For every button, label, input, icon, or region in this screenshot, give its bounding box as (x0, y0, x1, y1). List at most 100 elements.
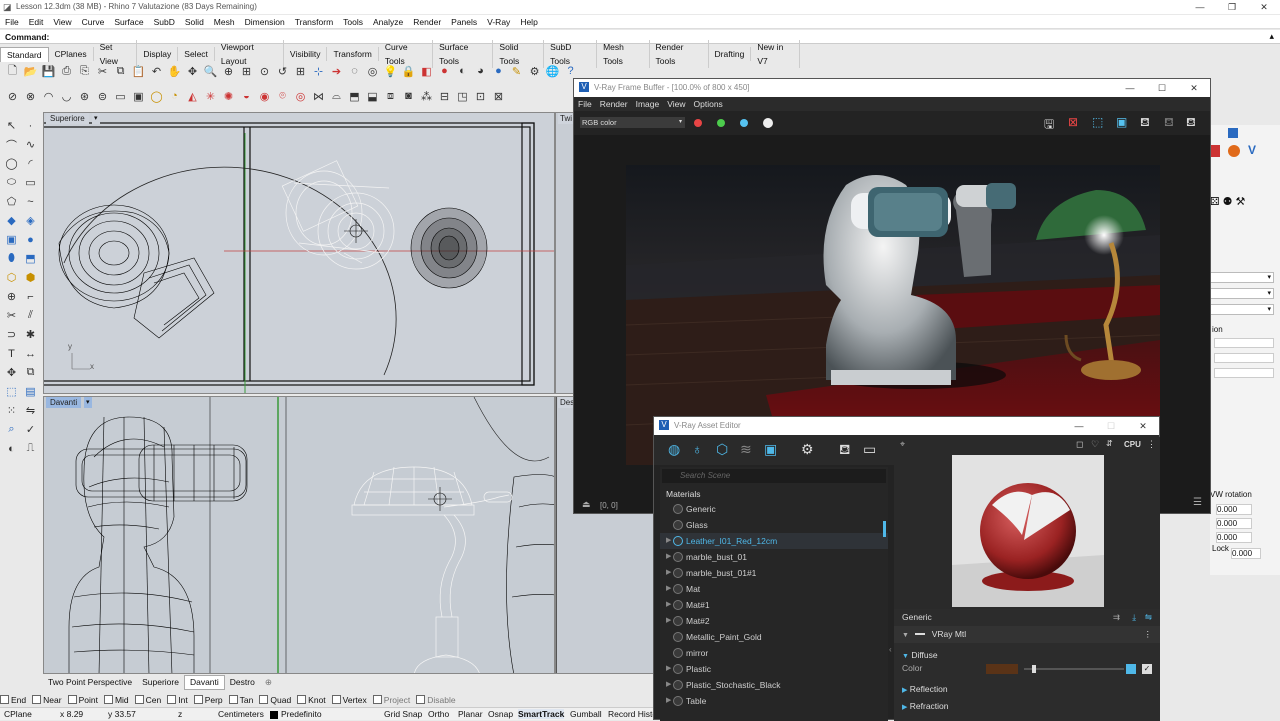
render-tool-icon[interactable]: ◐ (3, 440, 20, 457)
osnap-vertex[interactable]: Vertex (331, 695, 367, 705)
close-button[interactable]: ✕ (1248, 0, 1280, 14)
open-file-icon[interactable]: 📂 (22, 63, 39, 80)
osnap-end[interactable]: End (0, 695, 26, 705)
prop-refraction-header[interactable]: ▶ Refraction (894, 694, 1160, 711)
panel-field-c[interactable] (1214, 368, 1274, 378)
check-icon[interactable]: ✓ (22, 421, 39, 438)
menu-panels[interactable]: Panels (446, 15, 482, 29)
vfb-menu-options[interactable]: Options (690, 97, 727, 111)
vfb-region-icon[interactable]: ⬚ (1092, 115, 1103, 129)
menu-help[interactable]: Help (515, 15, 542, 29)
menu-edit[interactable]: Edit (24, 15, 49, 29)
environment-icon[interactable]: ● (490, 63, 507, 80)
text-icon[interactable]: T (3, 345, 20, 362)
menu-subd[interactable]: SubD (149, 15, 180, 29)
hide-icon[interactable]: ◎ (364, 63, 381, 80)
type-menu-icon[interactable]: ⋮ (1144, 626, 1153, 643)
layer-icon[interactable]: ◧ (418, 63, 435, 80)
color-wheel-icon[interactable]: ● (436, 63, 453, 80)
vptab-superiore[interactable]: Superiore (137, 676, 184, 689)
osnap-near[interactable]: Near (32, 695, 62, 705)
select-icon[interactable]: ◌ (346, 63, 363, 80)
collapse-panel-icon[interactable]: ‹ (889, 645, 892, 654)
omni-light-icon[interactable]: ✳ (202, 88, 219, 105)
rect-light-icon[interactable]: ▣ (130, 88, 147, 105)
diffuse-slider[interactable] (1024, 668, 1124, 670)
zoom-window-icon[interactable]: ⊕ (220, 63, 237, 80)
tab-transform[interactable]: Transform (327, 47, 379, 61)
loft-icon[interactable]: ◈ (22, 212, 39, 229)
viewport-menu-icon[interactable]: ▾ (92, 113, 100, 124)
array-icon[interactable]: ⁙ (3, 402, 20, 419)
tab-cplanes[interactable]: CPlanes (49, 47, 94, 61)
expand-icon[interactable]: ▶ (666, 597, 671, 613)
properties-icon[interactable]: ✎ (508, 63, 525, 80)
undo-view-icon[interactable]: ↺ (274, 63, 291, 80)
scene-search-input[interactable]: Search Scene (662, 469, 886, 483)
osnap-knot[interactable]: Knot (297, 695, 326, 705)
mesh-light-icon[interactable]: ◉ (256, 88, 273, 105)
zoom-selected-icon[interactable]: ⊙ (256, 63, 273, 80)
menu-file[interactable]: File (0, 15, 24, 29)
menu-transform[interactable]: Transform (290, 15, 338, 29)
drafting-icon[interactable]: ⎍ (22, 440, 39, 457)
ae-render-icon[interactable]: ⛾ (839, 441, 850, 460)
decal-icon[interactable]: ◙ (400, 88, 417, 105)
polyline-icon[interactable]: ⌒ (3, 136, 20, 153)
split-icon[interactable]: ⫽ (22, 307, 39, 324)
osnap-int[interactable]: Int (167, 695, 188, 705)
ae-close-button[interactable]: ✕ (1127, 419, 1159, 433)
options-icon[interactable]: ⚙ (526, 63, 543, 80)
minimize-button[interactable]: — (1184, 0, 1216, 14)
copy-tool-icon[interactable]: ⧉ (22, 364, 39, 381)
list-scrollbar[interactable] (883, 521, 886, 537)
osnap-disable[interactable]: Disable (416, 695, 456, 705)
panel-field-b[interactable] (1214, 353, 1274, 363)
viewport-title-top[interactable]: Superiore (46, 113, 89, 124)
polygon-icon[interactable]: ⬠ (3, 193, 20, 210)
menu-vray[interactable]: V-Ray (482, 15, 515, 29)
preview-options-icon[interactable]: ⌖ (900, 439, 905, 450)
material-item[interactable]: ▶ Mat#2 (660, 613, 888, 629)
subd-icon[interactable]: ⬢ (22, 269, 39, 286)
material-item[interactable]: Glass (660, 517, 888, 533)
enmesh-icon[interactable]: ⊟ (436, 88, 453, 105)
tab-drafting[interactable]: Drafting (709, 47, 752, 61)
paste-icon[interactable]: 📋 (130, 63, 147, 80)
sphere-icon[interactable]: ● (22, 231, 39, 248)
new-file-icon[interactable]: 🗋 (4, 63, 21, 80)
expand-icon[interactable]: ▶ (666, 581, 671, 597)
menu-analyze[interactable]: Analyze (368, 15, 408, 29)
collapse-all-icon[interactable]: ⇉ (1113, 609, 1120, 626)
toggle-record-history[interactable]: Record History (608, 709, 656, 719)
analyze-icon[interactable]: ⌕ (3, 421, 20, 438)
osnap-mid[interactable]: Mid (103, 695, 129, 705)
viewport-front-menu-icon[interactable]: ▾ (84, 397, 92, 408)
ae-maximize-button[interactable]: ☐ (1095, 419, 1127, 433)
expand-icon[interactable]: ▶ (666, 613, 671, 629)
vptab-destro[interactable]: Destro (225, 676, 260, 689)
tab-new-in-v7[interactable]: New in V7 (751, 40, 801, 68)
green-channel-icon[interactable] (717, 119, 725, 127)
cut-icon[interactable]: ✂ (94, 63, 111, 80)
panel-value-4[interactable]: 0.000 (1231, 548, 1261, 559)
extrude-icon[interactable]: ⬒ (22, 250, 39, 267)
freeform-icon[interactable]: ~ (22, 193, 39, 210)
move-icon[interactable]: ➔ (328, 63, 345, 80)
vfb-menu-render[interactable]: Render (596, 97, 632, 111)
toggle-smarttrack[interactable]: SmartTrack (518, 709, 565, 719)
vfb-menu-view[interactable]: View (663, 97, 689, 111)
rotate-view-icon[interactable]: ✥ (184, 63, 201, 80)
box-icon[interactable]: ▣ (3, 231, 20, 248)
menu-render[interactable]: Render (408, 15, 446, 29)
vfb-layers-icon[interactable]: ☰ (1193, 497, 1202, 508)
scatter-icon[interactable]: ⁂ (418, 88, 435, 105)
rectangle-icon[interactable]: ▭ (22, 174, 39, 191)
vrscene-export-icon[interactable]: ⧈ (382, 88, 399, 105)
menu-tools[interactable]: Tools (338, 15, 368, 29)
trim-icon[interactable]: ✂ (3, 307, 20, 324)
diffuse-color-swatch[interactable] (986, 664, 1018, 674)
material-item[interactable]: ▶ marble_bust_01#1 (660, 565, 888, 581)
ellipse-icon[interactable]: ⬭ (3, 174, 20, 191)
viewport-front[interactable]: Davanti ▾ (43, 396, 555, 674)
